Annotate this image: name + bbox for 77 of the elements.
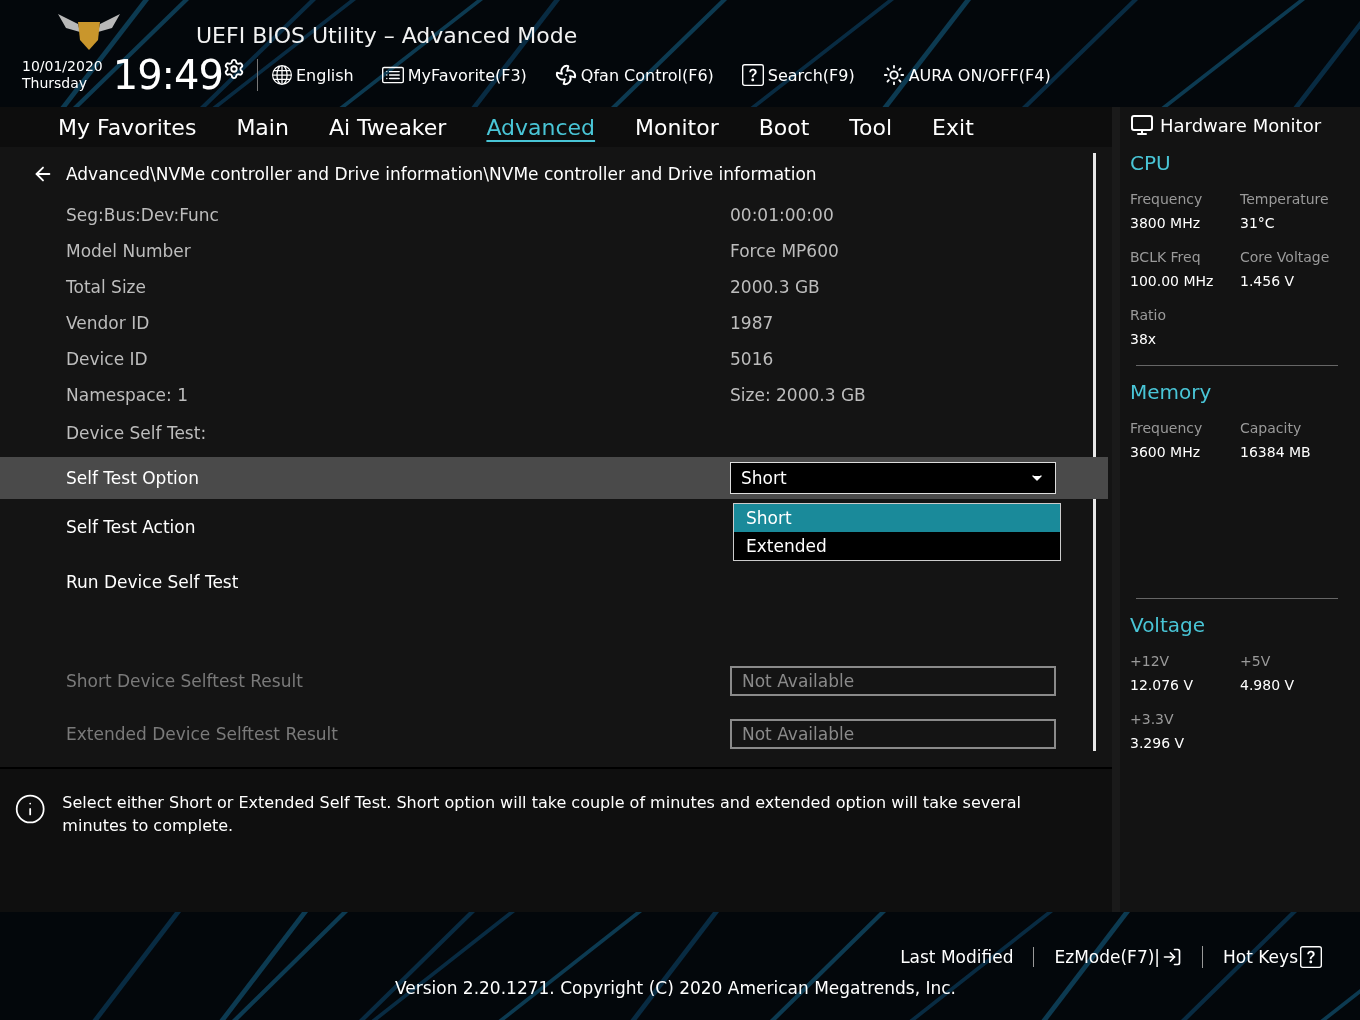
- reading-value: 100.00 MHz: [1130, 273, 1215, 289]
- setting-value: 00:01:00:00: [730, 205, 834, 225]
- reading-label: Temperature: [1240, 191, 1330, 207]
- menu-tab[interactable]: Boot: [758, 114, 810, 140]
- setting-label: Self Test Option: [66, 468, 200, 488]
- reading-label: BCLK Freq: [1130, 249, 1202, 265]
- reading-value: 38x: [1130, 331, 1158, 347]
- footer-button[interactable]: EzMode(F7)|: [1033, 947, 1203, 967]
- window-title: UEFI BIOS Utility – Advanced Mode: [196, 23, 578, 50]
- reading-value: 31°C: [1240, 215, 1276, 231]
- list-card-icon: [381, 64, 404, 86]
- section-title: CPU: [1130, 151, 1172, 175]
- setting-value: Size: 2000.3 GB: [730, 385, 866, 405]
- monitor-icon: [1130, 113, 1154, 137]
- reading-label: Ratio: [1130, 307, 1167, 323]
- help-text: Select either Short or Extended Self Test. Short option will take couple of minutes and extended option will take several minutes to complete.: [62, 792, 1022, 837]
- setting-label: Short Device Selftest Result: [66, 670, 304, 691]
- reading-value: 16384 MB: [1240, 444, 1312, 460]
- reading-value: 4.980 V: [1240, 677, 1296, 693]
- setting-label: Namespace: 1: [66, 385, 189, 405]
- setting-label: Vendor ID: [66, 313, 151, 333]
- reading-label: Capacity: [1240, 420, 1303, 436]
- breadcrumb-path: Advanced\NVMe controller and Drive information\NVMe controller and Drive information: [66, 164, 817, 184]
- setting-value: 5016: [730, 349, 774, 369]
- setting-label: Total Size: [66, 277, 147, 297]
- setting-label: Extended Device Selftest Result: [66, 723, 339, 744]
- setting-value: Force MP600: [730, 241, 839, 261]
- reading-value: 3800 MHz: [1130, 215, 1202, 231]
- toolbar-button[interactable]: Qfan Control(F6): [554, 64, 714, 86]
- menu-tab[interactable]: Ai Tweaker: [328, 114, 447, 140]
- reading-value: 3.296 V: [1130, 735, 1186, 751]
- section-title: Memory: [1130, 380, 1213, 404]
- action-item[interactable]: Self Test Action: [66, 516, 730, 537]
- day-text: Thursday: [22, 75, 89, 92]
- toolbar-button[interactable]: AURA ON/OFF(F4): [882, 64, 1051, 86]
- toolbar-button[interactable]: English: [272, 65, 354, 85]
- scrollbar[interactable]: [1093, 153, 1096, 751]
- globe-icon: [272, 65, 292, 85]
- dropdown-option[interactable]: Short: [734, 504, 1060, 532]
- footer-button[interactable]: Hot Keys: [1202, 946, 1342, 968]
- reading-label: +12V: [1130, 653, 1171, 669]
- menu-tab[interactable]: Exit: [932, 114, 974, 140]
- fan-icon: [554, 64, 577, 86]
- section-label: Device Self Test:: [66, 423, 208, 443]
- help-icon: [741, 64, 764, 86]
- setting-label: Seg:Bus:Dev:Func: [66, 205, 220, 225]
- menu-tab[interactable]: Advanced: [486, 114, 596, 140]
- reading-label: Frequency: [1130, 420, 1204, 436]
- settings-icon[interactable]: [223, 58, 245, 80]
- menu-tab[interactable]: My Favorites: [58, 114, 197, 140]
- version-text: Version 2.20.1271. Copyright (C) 2020 American Megatrends, Inc.: [394, 978, 956, 998]
- toolbar-button[interactable]: MyFavorite(F3): [381, 64, 527, 86]
- menu-tab[interactable]: Monitor: [635, 114, 719, 140]
- reading-label: Frequency: [1130, 191, 1204, 207]
- arrow-into-bracket-icon: [1162, 947, 1183, 967]
- setting-label: Model Number: [66, 241, 192, 261]
- menu-tab[interactable]: Main: [236, 114, 289, 140]
- option-dropdown[interactable]: Short: [730, 462, 1056, 494]
- clock-time: 19:49: [112, 52, 223, 98]
- section-title: Voltage: [1130, 613, 1207, 637]
- setting-value: 1987: [730, 313, 774, 333]
- reading-value: 1.456 V: [1240, 273, 1296, 289]
- setting-value: 2000.3 GB: [730, 277, 820, 297]
- action-item[interactable]: Run Device Self Test: [66, 571, 730, 592]
- reading-label: +3.3V: [1130, 711, 1175, 727]
- reading-value: 12.076 V: [1130, 677, 1194, 693]
- date-text: 10/01/2020: [22, 58, 103, 75]
- footer-button[interactable]: Last Modified: [880, 947, 1034, 967]
- menu-tab[interactable]: Tool: [849, 114, 893, 140]
- setting-label: Device ID: [66, 349, 149, 369]
- reading-value: 3600 MHz: [1130, 444, 1202, 460]
- reading-label: Core Voltage: [1240, 249, 1331, 265]
- toolbar-button[interactable]: Search(F9): [741, 64, 855, 86]
- light-icon: [882, 64, 905, 86]
- panel-title: Hardware Monitor: [1160, 114, 1322, 136]
- reading-label: +5V: [1240, 653, 1272, 669]
- help-icon: [1300, 946, 1322, 968]
